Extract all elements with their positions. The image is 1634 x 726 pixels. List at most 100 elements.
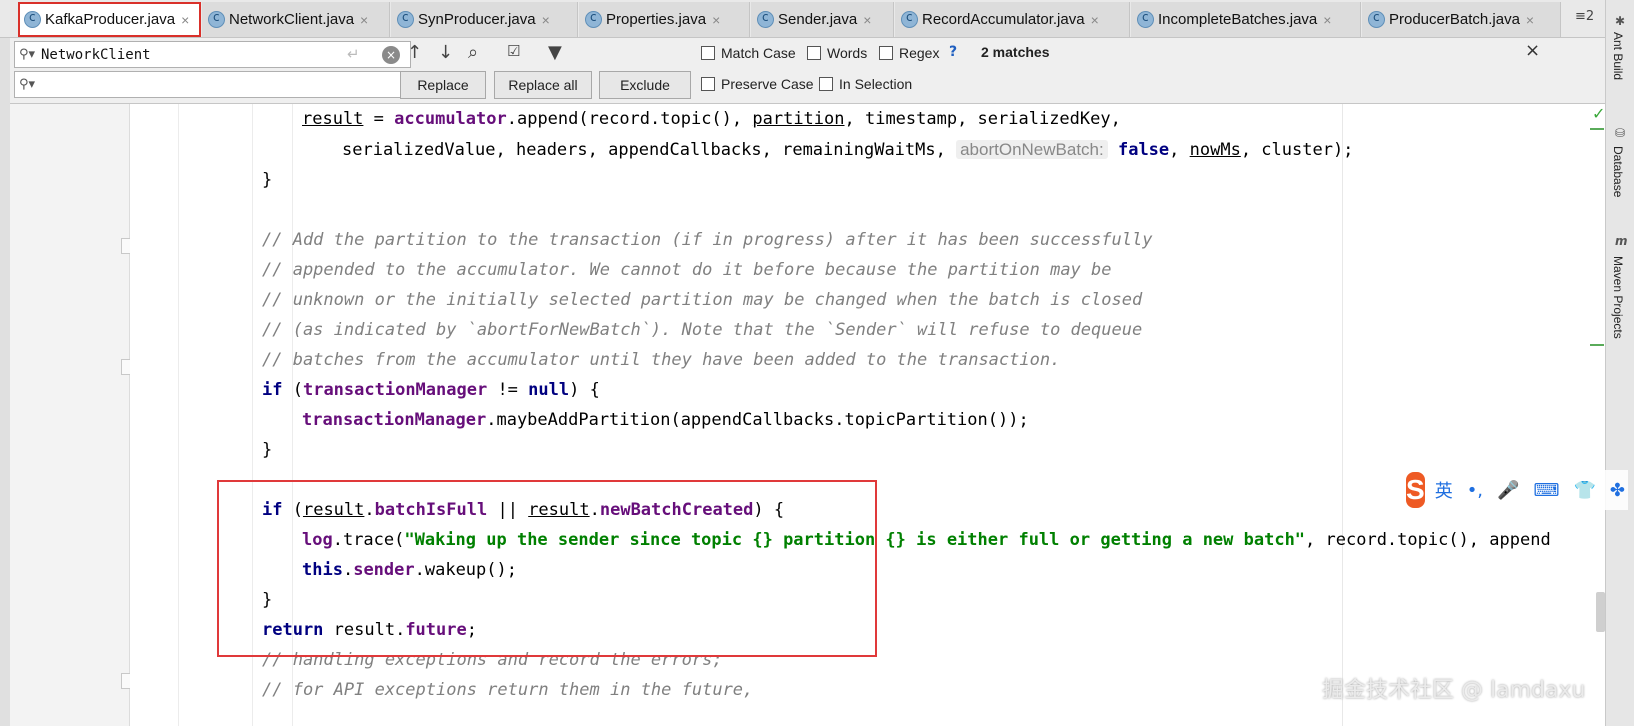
panel-ant-build[interactable]: Ant Build — [1611, 32, 1625, 80]
editor-scrollbar[interactable]: ✓ — [1590, 104, 1606, 726]
java-class-icon — [1137, 10, 1154, 28]
java-class-icon — [585, 10, 602, 28]
close-icon[interactable]: × — [542, 12, 550, 28]
clear-icon[interactable]: × — [382, 46, 400, 64]
tab-label: ProducerBatch.java — [1389, 11, 1520, 28]
search-field[interactable]: ⚲▾ ↵ × — [14, 41, 411, 68]
scrollbar-thumb[interactable] — [1596, 592, 1605, 632]
search-icon[interactable]: ⚲▾ — [15, 77, 41, 92]
tab-networkclient[interactable]: NetworkClient.java × — [202, 2, 390, 37]
tab-label: NetworkClient.java — [229, 11, 355, 28]
checkbox-box[interactable] — [701, 77, 715, 91]
tab-properties[interactable]: Properties.java × — [579, 2, 750, 37]
code-line: 1044// unknown or the initially selected… — [130, 285, 1605, 316]
preserve-case-label: Preserve Case — [721, 76, 814, 92]
checkbox-box[interactable] — [807, 46, 821, 60]
tab-label: Properties.java — [606, 11, 707, 28]
close-icon[interactable]: × — [181, 12, 189, 28]
preserve-case-checkbox[interactable]: Preserve Case — [701, 76, 814, 92]
close-icon[interactable]: × — [1323, 12, 1331, 28]
replace-field[interactable]: ⚲▾ — [14, 71, 411, 98]
change-marker[interactable] — [1590, 128, 1604, 130]
line-text: transactionManager.maybeAddPartition(app… — [302, 410, 1029, 430]
line-text: // unknown or the initially selected par… — [262, 290, 1143, 310]
words-label: Words — [827, 45, 868, 61]
line-text: // for API exceptions return them in the… — [262, 680, 754, 700]
match-case-label: Match Case — [721, 45, 796, 61]
checkbox-box[interactable] — [701, 46, 715, 60]
line-text: } — [262, 170, 273, 190]
ime-language-toggle[interactable]: 英 — [1435, 477, 1453, 503]
code-line: 1048transactionManager.maybeAddPartition… — [130, 405, 1605, 436]
java-class-icon — [901, 10, 918, 28]
line-text: // Add the partition to the transaction … — [262, 230, 1153, 250]
in-selection-checkbox[interactable]: In Selection — [819, 76, 912, 92]
ant-icon: ✱ — [1615, 14, 1626, 28]
tab-label: SynProducer.java — [418, 11, 536, 28]
panel-maven-projects[interactable]: Maven Projects — [1611, 256, 1625, 339]
next-occurrence-icon[interactable]: ↓ — [438, 42, 453, 63]
ime-toolbar[interactable]: S 英 •, 🎤 ⌨ 👕 ✤ — [1406, 470, 1628, 510]
line-text: if (transactionManager != null) { — [262, 380, 600, 400]
check-icon: ✓ — [1592, 104, 1606, 123]
tab-synproducer[interactable]: SynProducer.java × — [391, 2, 578, 37]
watermark: 掘金技术社区 @ lamdaxu — [1322, 678, 1586, 703]
select-all-occurrences-icon[interactable]: ☑ — [507, 42, 520, 60]
find-replace-bar: ⚲▾ ↵ × ⚲▾ ↑ ↓ ⌕ ☑ ▼ Replace Replace all … — [10, 38, 1605, 104]
words-checkbox[interactable]: Words — [807, 45, 867, 61]
ime-logo[interactable]: S — [1406, 472, 1425, 508]
close-icon[interactable]: × — [1526, 12, 1534, 28]
skin-icon[interactable]: 👕 — [1573, 480, 1595, 501]
highlight-annotation-box — [217, 480, 877, 657]
line-text: // batches from the accumulator until th… — [262, 350, 1061, 370]
parameter-hint: abortOnNewBatch: — [956, 140, 1108, 159]
search-icon[interactable]: ⚲▾ — [15, 47, 41, 62]
microphone-icon[interactable]: 🎤 — [1497, 480, 1519, 501]
tab-overflow-button[interactable]: ≡2 — [1575, 9, 1594, 24]
close-icon[interactable]: × — [712, 12, 720, 28]
code-line: 1041 — [130, 195, 1605, 226]
replace-button[interactable]: Replace — [400, 71, 486, 99]
java-class-icon — [1368, 10, 1385, 28]
regex-help-link[interactable]: ? — [949, 44, 957, 60]
code-line: 1042// Add the partition to the transact… — [130, 225, 1605, 256]
code-line: 1049} — [130, 435, 1605, 466]
line-text: // (as indicated by `abortForNewBatch`).… — [262, 320, 1143, 340]
line-text: serializedValue, headers, appendCallback… — [342, 140, 1354, 160]
ime-punct-icon[interactable]: •, — [1467, 480, 1483, 501]
match-count: 2 matches — [981, 44, 1050, 60]
database-icon: ⛁ — [1615, 126, 1626, 140]
tab-kafkaproducer[interactable]: KafkaProducer.java × — [18, 2, 201, 37]
exclude-button[interactable]: Exclude — [599, 71, 691, 99]
find-all-icon[interactable]: ⌕ — [468, 42, 478, 63]
checkbox-box[interactable] — [879, 46, 893, 60]
regex-checkbox[interactable]: Regex — [879, 45, 939, 61]
change-marker[interactable] — [1590, 344, 1604, 346]
maven-icon: m — [1615, 234, 1628, 248]
close-icon[interactable]: × — [360, 12, 368, 28]
search-input[interactable] — [41, 46, 331, 63]
checkbox-box[interactable] — [819, 77, 833, 91]
tab-sender[interactable]: Sender.java × — [751, 2, 894, 37]
match-case-checkbox[interactable]: Match Case — [701, 45, 796, 61]
tab-label: IncompleteBatches.java — [1158, 11, 1318, 28]
tab-producerbatch[interactable]: ProducerBatch.java × — [1362, 2, 1561, 37]
code-line: 1047if (transactionManager != null) { — [130, 375, 1605, 406]
panel-database[interactable]: Database — [1611, 146, 1625, 197]
tab-recordaccumulator[interactable]: RecordAccumulator.java × — [895, 2, 1130, 37]
keyboard-icon[interactable]: ⌨ — [1533, 480, 1559, 501]
close-icon[interactable]: × — [1091, 12, 1099, 28]
filter-icon[interactable]: ▼ — [548, 42, 562, 63]
close-icon[interactable]: × — [863, 12, 871, 28]
replace-input[interactable] — [41, 76, 331, 93]
close-icon[interactable]: × — [1525, 40, 1540, 61]
java-class-icon — [24, 10, 41, 28]
replace-all-button[interactable]: Replace all — [494, 71, 592, 99]
previous-occurrence-icon[interactable]: ↑ — [407, 42, 422, 63]
grid-icon[interactable]: ✤ — [1610, 480, 1625, 501]
tab-label: RecordAccumulator.java — [922, 11, 1085, 28]
tab-label: Sender.java — [778, 11, 858, 28]
ide-window: KafkaProducer.java × NetworkClient.java … — [0, 0, 1634, 726]
enter-icon: ↵ — [347, 45, 360, 63]
tab-incompletebatches[interactable]: IncompleteBatches.java × — [1131, 2, 1361, 37]
